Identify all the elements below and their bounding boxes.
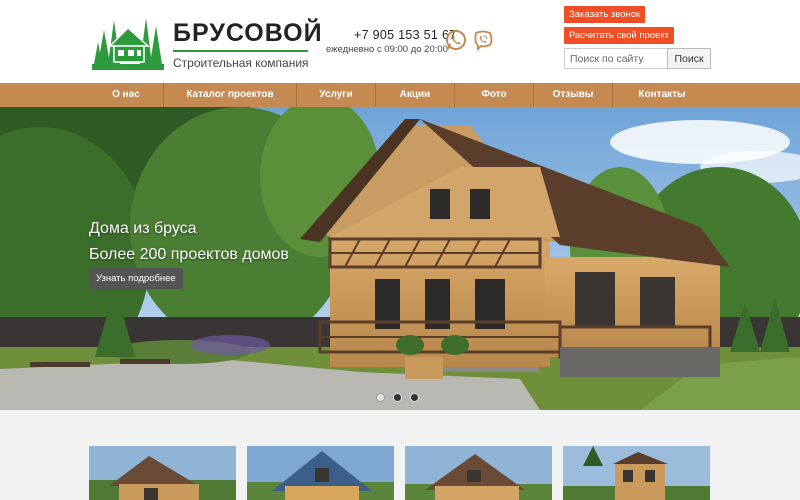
nav-item-photos[interactable]: Фото	[455, 83, 534, 107]
brand-divider	[173, 50, 308, 52]
viber-icon[interactable]	[472, 29, 494, 51]
nav-item-services[interactable]: Услуги	[297, 83, 376, 107]
slider-dot-3[interactable]	[410, 393, 419, 402]
learn-more-button[interactable]: Узнать подробнее	[89, 268, 183, 289]
nav-item-catalog[interactable]: Каталог проектов	[164, 83, 297, 107]
project-card-2[interactable]	[247, 446, 394, 500]
nav-item-contacts[interactable]: Контакты	[613, 83, 711, 107]
search-input[interactable]	[564, 48, 668, 69]
brand-subtitle: Строительная компания	[173, 56, 309, 70]
slider-dots	[376, 393, 419, 402]
working-hours: ежедневно с 09:00 до 20:00	[326, 44, 448, 55]
order-call-button[interactable]: Заказать звонок	[564, 6, 646, 23]
hero-slider[interactable]: Дома из бруса Более 200 проектов домов У…	[0, 107, 800, 410]
hero-subtitle: Более 200 проектов домов	[89, 246, 289, 263]
calculate-project-button[interactable]: Расчитать свой проект	[564, 27, 674, 44]
nav-item-about[interactable]: О нас	[89, 83, 164, 107]
project-card-3[interactable]	[405, 446, 552, 500]
slider-dot-1[interactable]	[376, 393, 385, 402]
site-header: БРУСОВОЙ Строительная компания +7 905 15…	[0, 0, 800, 83]
hero-title: Дома из бруса	[89, 220, 197, 237]
brand-name: БРУСОВОЙ	[173, 19, 323, 47]
nav-item-reviews[interactable]: Отзывы	[534, 83, 613, 107]
logo-icon[interactable]	[90, 12, 166, 72]
search-button[interactable]: Поиск	[667, 48, 711, 69]
whatsapp-icon[interactable]	[445, 29, 467, 51]
main-nav: О нас Каталог проектов Услуги Акции Фото…	[0, 83, 800, 107]
slider-dot-2[interactable]	[393, 393, 402, 402]
nav-item-promotions[interactable]: Акции	[376, 83, 455, 107]
phone-number[interactable]: +7 905 153 51 67	[354, 28, 456, 42]
project-card-4[interactable]	[563, 446, 710, 500]
project-card-1[interactable]	[89, 446, 236, 500]
brand[interactable]: БРУСОВОЙ Строительная компания	[173, 20, 323, 70]
